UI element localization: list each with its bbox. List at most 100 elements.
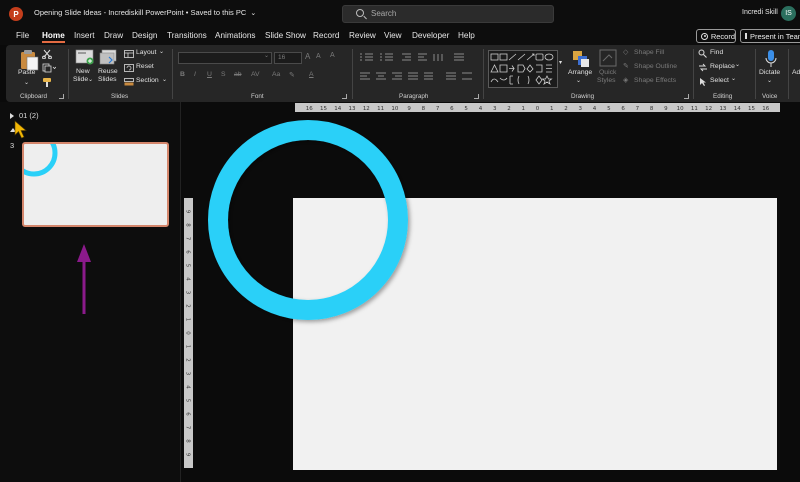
clear-formatting-icon[interactable]: A [330, 52, 335, 59]
quick-styles-icon[interactable] [599, 49, 617, 67]
slide-thumbnail[interactable] [22, 142, 169, 227]
paste-chevron-icon[interactable]: ⌄ [24, 79, 29, 86]
replace-icon[interactable] [698, 63, 708, 72]
increase-font-size-icon[interactable]: A [305, 52, 310, 61]
font-launcher-icon[interactable] [342, 94, 347, 99]
shapes-scroll-icon[interactable]: ▾ [559, 59, 562, 66]
format-painter-icon[interactable] [42, 77, 54, 88]
strikethrough-icon[interactable]: ab [234, 71, 242, 78]
section-title[interactable]: 01 (2) [19, 111, 39, 120]
tab-design[interactable]: Design [132, 31, 158, 40]
shape-outline-label[interactable]: Shape Outline [634, 63, 677, 70]
dictate-label[interactable]: Dictate [759, 69, 780, 76]
font-name-box[interactable] [178, 52, 272, 64]
document-title-text: Opening Slide Ideas - Incrediskill Power… [34, 8, 247, 17]
character-spacing-icon[interactable]: AV [251, 71, 260, 78]
search-placeholder: Search [371, 9, 397, 18]
shape-fill-icon[interactable]: ◇ [623, 48, 628, 56]
tab-animations[interactable]: Animations [215, 31, 256, 40]
document-title[interactable]: Opening Slide Ideas - Incrediskill Power… [34, 8, 256, 17]
highlight-icon[interactable]: ✎ [289, 71, 295, 79]
screen-share-icon [745, 33, 747, 39]
arrange-icon[interactable] [571, 49, 591, 69]
tab-help[interactable]: Help [458, 31, 475, 40]
ring-circle[interactable] [208, 120, 408, 320]
record-button[interactable]: Record [696, 29, 736, 43]
reuse-slides-label-line2[interactable]: Slides [98, 76, 117, 83]
find-icon[interactable] [698, 49, 707, 58]
italic-icon[interactable]: I [194, 71, 196, 78]
select-label[interactable]: Select [710, 77, 729, 84]
clipboard-launcher-icon[interactable] [59, 94, 64, 99]
reset-label[interactable]: Reset [136, 63, 154, 70]
font-size-box[interactable]: 16 [274, 52, 302, 64]
shape-outline-icon[interactable]: ✎ [623, 62, 629, 70]
section-chevron-icon[interactable]: ⌄ [162, 76, 167, 83]
drawing-launcher-icon[interactable] [684, 94, 689, 99]
replace-chevron-icon[interactable]: ⌄ [735, 61, 740, 68]
new-slide-label-line1[interactable]: New [76, 68, 90, 75]
present-in-teams-button[interactable]: Present in Teams [740, 29, 800, 43]
tab-review[interactable]: Review [349, 31, 376, 40]
user-name[interactable]: Incredi Skill [742, 9, 778, 16]
title-bar: P Opening Slide Ideas - Incrediskill Pow… [0, 0, 800, 28]
tab-slide-show[interactable]: Slide Show [265, 31, 306, 40]
font-name-chevron-icon[interactable]: ⌄ [264, 52, 269, 59]
quick-styles-label-line1[interactable]: Quick [599, 69, 616, 76]
ribbon: Paste ⌄ Clipboard New Slide ⌄ Reuse Slid… [6, 45, 800, 102]
layout-icon[interactable] [124, 50, 134, 58]
shape-fill-label[interactable]: Shape Fill [634, 49, 664, 56]
present-button-label: Present in Teams [750, 31, 800, 41]
tab-insert[interactable]: Insert [74, 31, 94, 40]
change-case-icon[interactable]: Aa [272, 71, 280, 78]
layout-chevron-icon[interactable]: ⌄ [159, 48, 164, 55]
reuse-slides-icon[interactable] [99, 48, 119, 66]
layout-label[interactable]: Layout [136, 49, 156, 56]
microphone-icon[interactable] [764, 49, 778, 68]
new-slide-chevron-icon[interactable]: ⌄ [88, 76, 93, 83]
reuse-slides-label-line1[interactable]: Reuse [98, 68, 118, 75]
new-slide-icon[interactable] [75, 48, 95, 66]
tab-home[interactable]: Home [42, 31, 65, 43]
bold-icon[interactable]: B [180, 71, 185, 78]
find-label[interactable]: Find [710, 49, 723, 56]
decrease-font-size-icon[interactable]: A [316, 53, 321, 60]
shape-effects-label[interactable]: Shape Effects [634, 77, 676, 84]
underline-icon[interactable]: U [207, 71, 212, 78]
paste-label[interactable]: Paste [18, 69, 35, 76]
font-color-icon[interactable]: A [309, 71, 314, 78]
tab-record[interactable]: Record [313, 31, 339, 40]
addins-label[interactable]: Ad [792, 69, 800, 76]
copy-icon[interactable] [42, 63, 56, 73]
paste-icon[interactable] [18, 49, 40, 71]
section-label[interactable]: Section [136, 77, 159, 84]
paragraph-launcher-icon[interactable] [474, 94, 479, 99]
tab-transitions[interactable]: Transitions [167, 31, 207, 40]
shadow-icon[interactable]: S [221, 71, 226, 78]
tab-view[interactable]: View [384, 31, 402, 40]
section-expand-icon[interactable] [10, 113, 14, 119]
replace-label[interactable]: Replace [710, 63, 735, 70]
ring-shape[interactable] [180, 102, 800, 482]
section-icon[interactable] [124, 78, 134, 86]
group-divider [755, 49, 756, 99]
tab-file[interactable]: File [16, 31, 29, 40]
reset-icon[interactable] [124, 64, 134, 72]
new-slide-label-line2[interactable]: Slide [73, 76, 88, 83]
arrange-label[interactable]: Arrange [568, 69, 592, 76]
paragraph-controls[interactable] [358, 52, 483, 90]
font-size-value: 16 [278, 54, 286, 61]
tab-draw[interactable]: Draw [104, 31, 123, 40]
shape-effects-icon[interactable]: ◈ [623, 76, 628, 84]
arrange-chevron-icon[interactable]: ⌄ [576, 77, 581, 84]
select-icon[interactable] [698, 77, 708, 86]
cut-icon[interactable] [42, 49, 52, 59]
tab-developer[interactable]: Developer [412, 31, 449, 40]
quick-styles-label-line2[interactable]: Styles [597, 77, 616, 84]
dictate-chevron-icon[interactable]: ⌄ [767, 77, 772, 84]
avatar[interactable]: IS [781, 6, 796, 21]
shapes-gallery[interactable] [488, 50, 558, 88]
select-chevron-icon[interactable]: ⌄ [731, 75, 736, 82]
search-box[interactable]: Search [342, 5, 554, 23]
voice-group-label: Voice [762, 93, 778, 100]
